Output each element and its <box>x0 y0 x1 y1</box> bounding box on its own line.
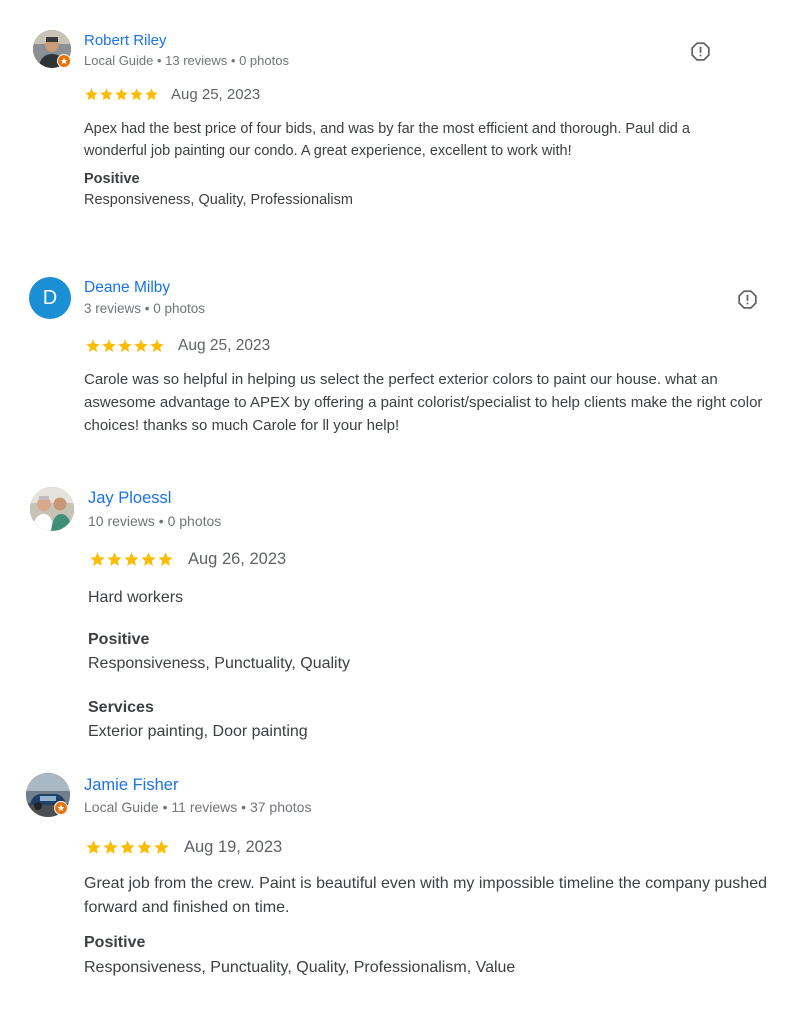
star-icon <box>150 339 164 352</box>
review-card: D Deane Milby 3 reviews • 0 photos Aug 2… <box>0 260 791 460</box>
review-text: Hard workers <box>88 589 184 606</box>
review-date: Aug 25, 2023 <box>171 86 261 103</box>
positive-label: Positive <box>84 171 140 187</box>
review-card: Jamie Fisher Local Guide • 11 reviews • … <box>0 762 791 1024</box>
review-card: Robert Riley Local Guide • 13 reviews • … <box>0 0 791 230</box>
avatar[interactable]: D <box>29 277 71 319</box>
star-icon <box>85 88 98 101</box>
reviewer-name[interactable]: Jamie Fisher <box>84 776 178 795</box>
positive-value: Responsiveness, Quality, Professionalism <box>84 192 353 208</box>
star-icon <box>115 88 128 101</box>
review-date: Aug 25, 2023 <box>178 337 271 354</box>
reviewer-name[interactable]: Jay Ploessl <box>88 489 171 508</box>
report-icon[interactable] <box>737 289 758 315</box>
rating-row: Aug 19, 2023 <box>85 838 282 857</box>
reviewer-name[interactable]: Robert Riley <box>84 32 167 49</box>
positive-value: Responsiveness, Punctuality, Quality <box>88 655 351 672</box>
star-rating <box>84 87 159 102</box>
star-icon <box>141 552 156 566</box>
reviewer-name[interactable]: Deane Milby <box>84 279 170 297</box>
star-icon <box>134 339 148 352</box>
star-icon <box>120 840 135 854</box>
positive-label: Positive <box>84 934 146 951</box>
star-rating <box>85 839 170 856</box>
reviewer-meta: Local Guide • 11 reviews • 37 photos <box>84 799 312 815</box>
star-icon <box>137 840 152 854</box>
reviewer-meta: 10 reviews • 0 photos <box>88 513 222 529</box>
positive-label: Positive <box>88 631 150 648</box>
rating-row: Aug 25, 2023 <box>85 337 270 355</box>
star-icon <box>86 339 100 352</box>
star-icon <box>124 552 139 566</box>
star-icon <box>90 552 105 566</box>
positive-value: Responsiveness, Punctuality, Quality, Pr… <box>84 959 516 976</box>
star-icon <box>154 840 169 854</box>
star-rating <box>89 551 174 568</box>
star-icon <box>103 840 118 854</box>
review-date: Aug 19, 2023 <box>184 838 283 856</box>
review-card: Jay Ploessl 10 reviews • 0 photos Aug 26… <box>0 475 791 755</box>
rating-row: Aug 25, 2023 <box>84 86 260 103</box>
review-date: Aug 26, 2023 <box>188 550 287 568</box>
rating-row: Aug 26, 2023 <box>89 550 286 569</box>
star-icon <box>130 88 143 101</box>
avatar-letter: D <box>42 286 58 309</box>
star-icon <box>107 552 122 566</box>
review-text: Apex had the best price of four bids, an… <box>84 121 690 159</box>
review-text: Carole was so helpful in helping us sele… <box>84 371 763 434</box>
services-value: Exterior painting, Door painting <box>88 723 308 740</box>
local-guide-badge-icon <box>54 801 68 815</box>
star-icon <box>100 88 113 101</box>
review-text: Great job from the crew. Paint is beauti… <box>84 875 767 916</box>
reviewer-meta: 3 reviews • 0 photos <box>84 301 206 316</box>
star-rating <box>85 338 165 354</box>
services-label: Services <box>88 699 154 716</box>
star-icon <box>145 88 158 101</box>
star-icon <box>86 840 101 854</box>
local-guide-badge-icon <box>57 54 71 68</box>
avatar[interactable] <box>30 487 74 531</box>
reviewer-meta: Local Guide • 13 reviews • 0 photos <box>84 53 289 68</box>
star-icon <box>102 339 116 352</box>
star-icon <box>158 552 173 566</box>
star-icon <box>118 339 132 352</box>
report-icon[interactable] <box>690 41 711 67</box>
